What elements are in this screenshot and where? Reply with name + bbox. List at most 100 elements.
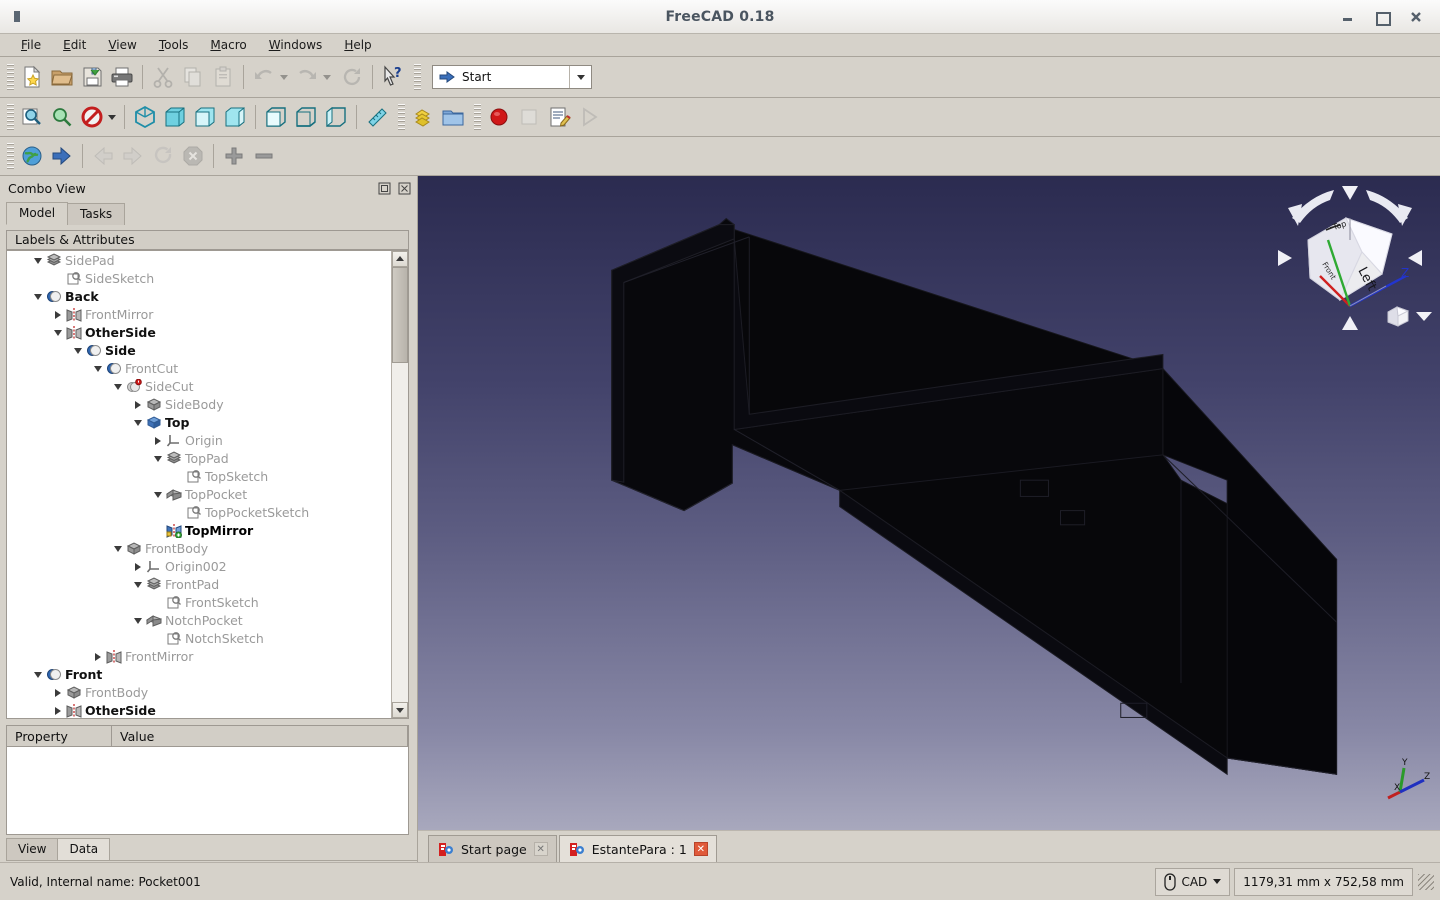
right-view-icon[interactable] <box>220 102 250 132</box>
nav-cube-menu-caret-icon[interactable] <box>1416 312 1432 321</box>
menu-windows[interactable]: Windows <box>258 36 334 54</box>
document-tab-estantepara[interactable]: EstantePara : 1 ✕ <box>558 835 717 862</box>
collapse-arrow-icon[interactable] <box>51 329 65 336</box>
collapse-arrow-icon[interactable] <box>91 365 105 372</box>
tree-item-top[interactable]: Top <box>7 414 391 432</box>
browser-forward-icon[interactable] <box>118 141 148 171</box>
minimize-button[interactable] <box>1342 11 1354 23</box>
tree-item-frontbody[interactable]: FrontBody <box>7 684 391 702</box>
tab-view[interactable]: View <box>6 838 59 862</box>
measure-icon[interactable] <box>362 102 392 132</box>
3d-viewport[interactable]: Top Left Front Z X Y Z <box>418 176 1440 830</box>
tree-item-sidesketch[interactable]: SideSketch <box>7 270 391 288</box>
redo-icon[interactable] <box>292 62 322 92</box>
tree-item-side[interactable]: Side <box>7 342 391 360</box>
collapse-arrow-icon[interactable] <box>31 257 45 264</box>
menu-help[interactable]: Help <box>333 36 382 54</box>
tree-item-frontsketch[interactable]: FrontSketch <box>7 594 391 612</box>
toolbar-grip[interactable] <box>7 143 14 169</box>
tree-item-back[interactable]: Back <box>7 288 391 306</box>
tree-item-toppocket[interactable]: TopPocket <box>7 486 391 504</box>
collapse-arrow-icon[interactable] <box>131 617 145 624</box>
maximize-button[interactable] <box>1376 11 1391 26</box>
bottom-view-icon[interactable] <box>291 102 321 132</box>
undo-dropdown-icon[interactable] <box>280 74 288 80</box>
macro-edit-icon[interactable] <box>544 102 574 132</box>
open-website-icon[interactable] <box>47 141 77 171</box>
scrollbar-thumb[interactable] <box>392 266 408 363</box>
paste-icon[interactable] <box>208 62 238 92</box>
tree-item-topsketch[interactable]: TopSketch <box>7 468 391 486</box>
tree-item-frontmirror[interactable]: FrontMirror <box>7 306 391 324</box>
tree-item-frontbody[interactable]: FrontBody <box>7 540 391 558</box>
expand-arrow-icon[interactable] <box>131 562 145 571</box>
tree-column-header[interactable]: Labels & Attributes <box>6 229 409 250</box>
undock-icon[interactable] <box>377 182 391 196</box>
value-column-header[interactable]: Value <box>112 726 408 747</box>
tree-item-toppocketsketch[interactable]: TopPocketSketch <box>7 504 391 522</box>
tree-item-front[interactable]: Front <box>7 666 391 684</box>
top-view-icon[interactable] <box>190 102 220 132</box>
resize-grip-icon[interactable] <box>1418 873 1434 890</box>
cut-icon[interactable] <box>148 62 178 92</box>
tree-item-sidebody[interactable]: SideBody <box>7 396 391 414</box>
collapse-arrow-icon[interactable] <box>31 293 45 300</box>
browser-refresh-icon[interactable] <box>148 141 178 171</box>
chevron-down-icon[interactable] <box>1213 879 1222 884</box>
tree-item-frontcut[interactable]: FrontCut <box>7 360 391 378</box>
collapse-arrow-icon[interactable] <box>131 419 145 426</box>
home-cube-icon[interactable] <box>1386 304 1410 328</box>
tree-item-frontmirror[interactable]: FrontMirror <box>7 648 391 666</box>
collapse-arrow-icon[interactable] <box>111 545 125 552</box>
scroll-up-button[interactable] <box>392 250 408 267</box>
menu-tools[interactable]: Tools <box>148 36 200 54</box>
tree-item-topmirror[interactable]: TopMirror <box>7 522 391 540</box>
close-icon[interactable]: ✕ <box>533 842 548 856</box>
tree-item-toppad[interactable]: TopPad <box>7 450 391 468</box>
copy-icon[interactable] <box>178 62 208 92</box>
whats-this-icon[interactable]: ? <box>378 62 408 92</box>
tree-item-otherside[interactable]: OtherSide <box>7 702 391 718</box>
rear-view-icon[interactable] <box>261 102 291 132</box>
open-document-icon[interactable] <box>47 62 77 92</box>
tree-item-otherside[interactable]: OtherSide <box>7 324 391 342</box>
refresh-icon[interactable] <box>337 62 367 92</box>
close-button[interactable] <box>1410 11 1422 23</box>
toolbar-grip[interactable] <box>7 64 14 90</box>
toolbar-grip[interactable] <box>398 104 405 130</box>
expand-arrow-icon[interactable] <box>91 652 105 661</box>
menu-file[interactable]: File <box>10 36 52 54</box>
tree-item-frontpad[interactable]: FrontPad <box>7 576 391 594</box>
collapse-arrow-icon[interactable] <box>131 581 145 588</box>
expand-arrow-icon[interactable] <box>51 310 65 319</box>
tree-item-notchpocket[interactable]: NotchPocket <box>7 612 391 630</box>
tree-item-origin002[interactable]: Origin002 <box>7 558 391 576</box>
toolbar-grip[interactable] <box>474 104 481 130</box>
tree-item-origin[interactable]: Origin <box>7 432 391 450</box>
expand-arrow-icon[interactable] <box>51 706 65 715</box>
zoom-out-icon[interactable] <box>249 141 279 171</box>
menu-edit[interactable]: Edit <box>52 36 97 54</box>
close-icon[interactable]: ✕ <box>693 842 708 856</box>
collapse-arrow-icon[interactable] <box>151 455 165 462</box>
browser-back-icon[interactable] <box>88 141 118 171</box>
close-icon[interactable] <box>397 182 411 196</box>
print-icon[interactable] <box>107 62 137 92</box>
tree-item-sidecut[interactable]: SideCut <box>7 378 391 396</box>
collapse-arrow-icon[interactable] <box>111 383 125 390</box>
fit-selection-icon[interactable] <box>47 102 77 132</box>
tab-tasks[interactable]: Tasks <box>67 202 126 225</box>
front-view-icon[interactable] <box>160 102 190 132</box>
tree-item-sidepad[interactable]: SidePad <box>7 252 391 270</box>
macro-record-icon[interactable] <box>484 102 514 132</box>
tab-model[interactable]: Model <box>6 201 69 225</box>
create-group-icon[interactable] <box>438 102 468 132</box>
navigation-style-selector[interactable]: CAD <box>1155 867 1231 896</box>
menu-view[interactable]: View <box>97 36 147 54</box>
scrollbar-track[interactable] <box>392 266 408 703</box>
macro-execute-icon[interactable] <box>574 102 604 132</box>
draw-style-icon[interactable] <box>77 102 107 132</box>
undo-icon[interactable] <box>249 62 279 92</box>
tab-data[interactable]: Data <box>57 838 111 862</box>
new-document-icon[interactable] <box>17 62 47 92</box>
